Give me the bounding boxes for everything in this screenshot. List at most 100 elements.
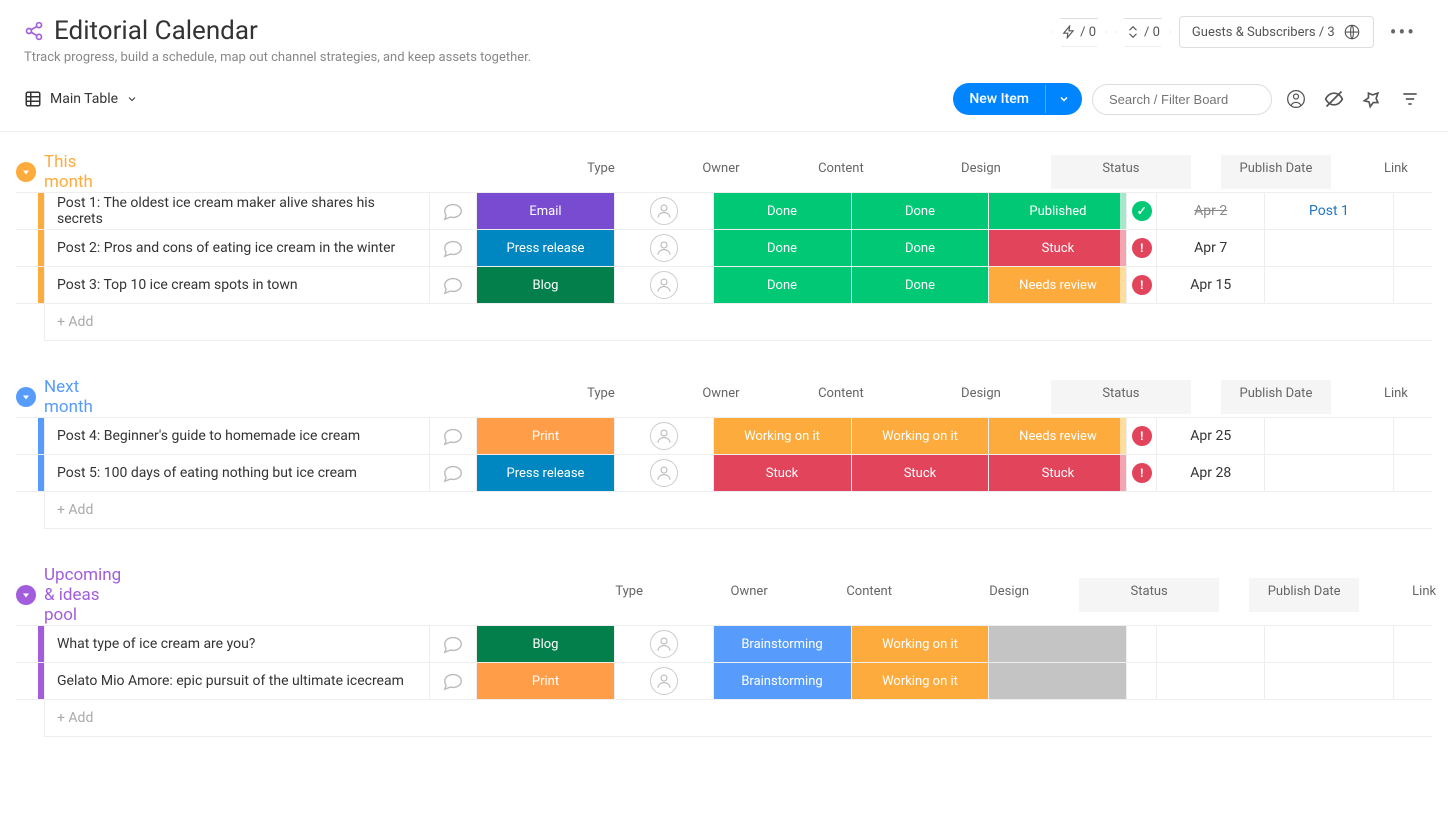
chat-icon[interactable] [429,267,476,303]
design-cell[interactable]: Done [851,193,989,229]
status-cell[interactable] [988,626,1126,662]
new-item-dropdown[interactable] [1045,85,1082,113]
owner-cell[interactable] [614,230,713,266]
chat-icon[interactable] [429,626,476,662]
date-cell[interactable]: Apr 15 [1156,267,1264,303]
more-menu-icon[interactable]: ••• [1382,16,1424,48]
col-header-owner[interactable]: Owner [671,155,771,189]
content-cell[interactable]: Working on it [713,418,851,454]
design-cell[interactable]: Working on it [851,663,989,699]
chat-icon[interactable] [429,663,476,699]
col-header-owner[interactable]: Owner [671,380,771,414]
item-name[interactable]: Post 4: Beginner's guide to homemade ice… [44,418,429,454]
collapse-icon[interactable] [16,387,36,407]
hide-icon[interactable] [1320,85,1348,113]
add-row[interactable]: + Add [16,492,1432,529]
design-cell[interactable]: Working on it [851,626,989,662]
content-cell[interactable]: Brainstorming [713,626,851,662]
col-header-content[interactable]: Content [799,578,939,612]
type-cell[interactable]: Print [476,663,614,699]
owner-cell[interactable] [614,267,713,303]
col-header-design[interactable]: Design [939,578,1079,612]
col-header-type[interactable]: Type [559,578,699,612]
owner-cell[interactable] [614,455,713,491]
group-title[interactable]: Upcoming & ideas pool [44,565,121,625]
content-cell[interactable]: Done [713,193,851,229]
type-cell[interactable]: Blog [476,267,614,303]
col-header-link[interactable]: Link [1359,578,1448,612]
col-header-link[interactable]: Link [1331,155,1448,189]
owner-cell[interactable] [614,418,713,454]
new-item-button[interactable]: New Item [953,83,1082,115]
type-cell[interactable]: Blog [476,626,614,662]
design-cell[interactable]: Done [851,230,989,266]
owner-cell[interactable] [614,193,713,229]
integrations-badge[interactable]: / 0 [1115,18,1171,47]
automations-badge[interactable]: / 0 [1051,18,1107,47]
col-header-status[interactable]: Status [1051,155,1191,189]
date-cell[interactable]: Apr 25 [1156,418,1264,454]
content-cell[interactable]: Done [713,230,851,266]
guests-button[interactable]: Guests & Subscribers / 3 [1179,16,1374,48]
pin-icon[interactable] [1358,85,1386,113]
person-icon[interactable] [1282,85,1310,113]
type-cell[interactable]: Press release [476,230,614,266]
date-cell[interactable]: Apr 2 [1156,193,1264,229]
group-title[interactable]: This month [44,152,93,192]
col-header-content[interactable]: Content [771,155,911,189]
col-header-date[interactable]: Publish Date [1249,578,1359,612]
item-name[interactable]: Post 5: 100 days of eating nothing but i… [44,455,429,491]
status-cell[interactable]: Published [988,193,1126,229]
status-cell[interactable] [988,663,1126,699]
item-name[interactable]: Gelato Mio Amore: epic pursuit of the ul… [44,663,429,699]
share-icon [24,21,44,41]
chat-icon[interactable] [429,455,476,491]
view-selector[interactable]: Main Table [24,90,138,108]
group-title[interactable]: Next month [44,377,93,417]
item-name[interactable]: Post 3: Top 10 ice cream spots in town [44,267,429,303]
search-input[interactable] [1092,84,1272,115]
collapse-icon[interactable] [16,585,36,605]
content-cell[interactable]: Brainstorming [713,663,851,699]
col-header-owner[interactable]: Owner [699,578,799,612]
chat-icon[interactable] [429,193,476,229]
link-cell[interactable]: Post 1 [1264,193,1392,229]
col-header-content[interactable]: Content [771,380,911,414]
col-header-type[interactable]: Type [531,380,671,414]
col-header-status[interactable]: Status [1051,380,1191,414]
owner-cell[interactable] [614,626,713,662]
status-cell[interactable]: Needs review [988,418,1126,454]
item-name[interactable]: Post 1: The oldest ice cream maker alive… [44,193,429,229]
collapse-icon[interactable] [16,162,36,182]
status-cell[interactable]: Stuck [988,230,1126,266]
content-cell[interactable]: Stuck [713,455,851,491]
chat-icon[interactable] [429,418,476,454]
col-header-type[interactable]: Type [531,155,671,189]
status-cell[interactable]: Stuck [988,455,1126,491]
item-name[interactable]: Post 2: Pros and cons of eating ice crea… [44,230,429,266]
design-cell[interactable]: Done [851,267,989,303]
chevron-down-icon [126,93,138,105]
chat-icon[interactable] [429,230,476,266]
col-header-date[interactable]: Publish Date [1221,380,1331,414]
design-cell[interactable]: Working on it [851,418,989,454]
design-cell[interactable]: Stuck [851,455,989,491]
col-header-status[interactable]: Status [1079,578,1219,612]
col-header-design[interactable]: Design [911,380,1051,414]
col-header-date[interactable]: Publish Date [1221,155,1331,189]
status-cell[interactable]: Needs review [988,267,1126,303]
type-cell[interactable]: Email [476,193,614,229]
col-header-link[interactable]: Link [1331,380,1448,414]
content-cell[interactable]: Done [713,267,851,303]
item-name[interactable]: What type of ice cream are you? [44,626,429,662]
date-cell[interactable]: Apr 28 [1156,455,1264,491]
date-cell[interactable]: Apr 7 [1156,230,1264,266]
col-header-design[interactable]: Design [911,155,1051,189]
type-cell[interactable]: Press release [476,455,614,491]
owner-cell[interactable] [614,663,713,699]
type-cell[interactable]: Print [476,418,614,454]
filter-icon[interactable] [1396,85,1424,113]
add-row[interactable]: + Add [16,304,1432,341]
add-row[interactable]: + Add [16,700,1432,737]
table-row: Gelato Mio Amore: epic pursuit of the ul… [16,663,1432,700]
